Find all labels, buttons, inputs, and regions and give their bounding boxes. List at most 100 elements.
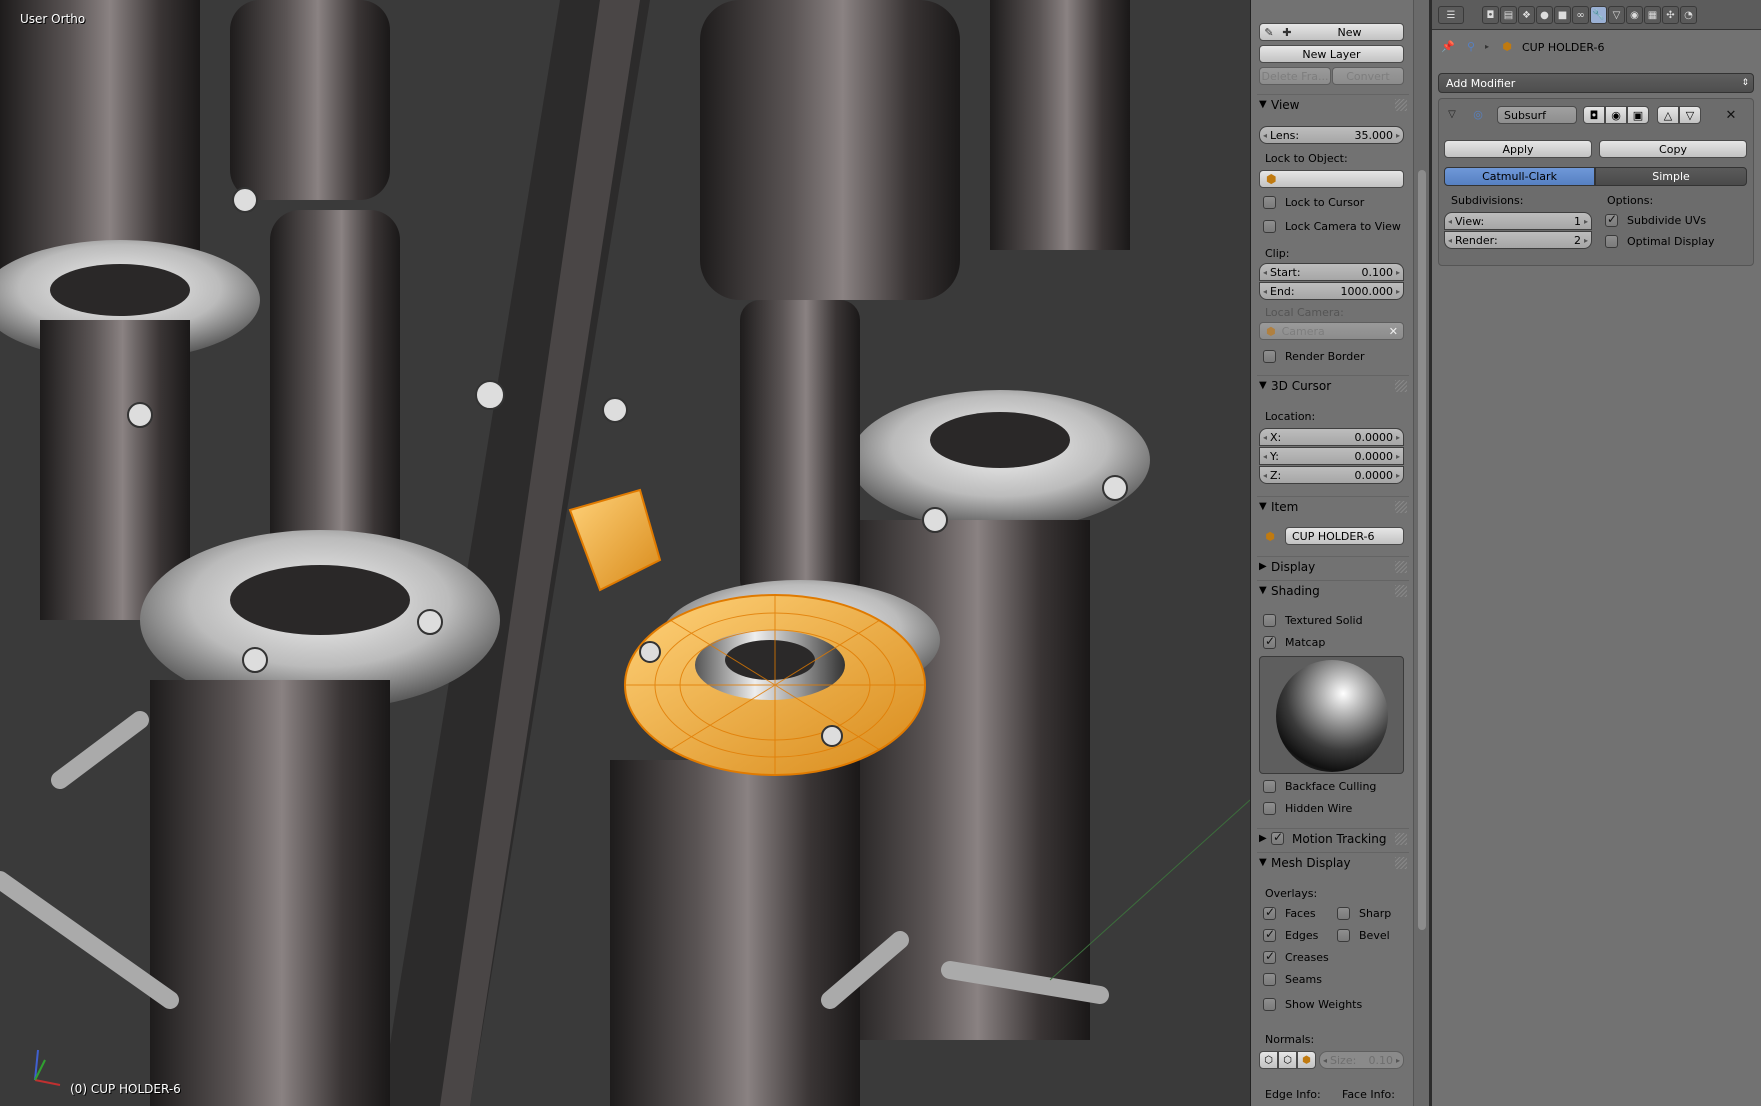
modifier-name-field[interactable]: Subsurf — [1497, 106, 1577, 124]
editor-type-icon[interactable]: ☰ — [1438, 6, 1464, 24]
render-tab-icon[interactable]: ◘ — [1482, 6, 1499, 24]
add-modifier-dropdown[interactable]: Add Modifier ⇕ — [1438, 73, 1754, 93]
render-layers-tab-icon[interactable]: ▤ — [1500, 6, 1517, 24]
cursor-z-field[interactable]: Z: 0.0000 — [1259, 466, 1404, 484]
face-normals-button[interactable]: ⬢ — [1297, 1051, 1316, 1069]
view-levels-field[interactable]: View: 1 — [1444, 212, 1592, 230]
n-panel-scroll-thumb[interactable] — [1418, 170, 1426, 930]
normals-size-field[interactable]: Size: 0.10 — [1319, 1051, 1404, 1069]
matcap-checkbox[interactable] — [1263, 634, 1276, 649]
view-panel-header[interactable]: ▼ View — [1257, 94, 1409, 114]
lock-camera-to-view-checkbox[interactable] — [1263, 220, 1276, 233]
textured-solid-checkbox[interactable] — [1263, 614, 1276, 627]
lock-camera-to-view-toggle[interactable]: Lock Camera to View — [1263, 220, 1401, 233]
drag-grip-icon[interactable] — [1395, 585, 1407, 597]
cursor-panel-header[interactable]: ▼ 3D Cursor — [1257, 375, 1409, 395]
lock-to-cursor-toggle[interactable]: Lock to Cursor — [1263, 196, 1364, 209]
bevel-toggle[interactable]: Bevel — [1337, 929, 1390, 942]
drag-grip-icon[interactable] — [1395, 857, 1407, 869]
faces-toggle[interactable]: Faces — [1263, 905, 1316, 920]
physics-tab-icon[interactable]: ◔ — [1680, 6, 1697, 24]
shading-panel-header[interactable]: ▼ Shading — [1257, 580, 1409, 600]
hidden-wire-checkbox[interactable] — [1263, 802, 1276, 815]
lens-field[interactable]: Lens: 35.000 — [1259, 126, 1404, 144]
vertex-normals-button[interactable]: ⬡ — [1259, 1051, 1278, 1069]
motion-tracking-panel-header[interactable]: ▶ Motion Tracking — [1257, 828, 1409, 848]
collapse-down-icon[interactable]: ▽ — [1445, 107, 1459, 121]
move-down-icon[interactable]: ▽ — [1679, 106, 1701, 124]
seams-checkbox[interactable] — [1263, 973, 1276, 986]
subdivide-uvs-checkbox[interactable] — [1605, 212, 1618, 227]
n-panel-scrollbar[interactable] — [1413, 0, 1429, 1106]
bevel-checkbox[interactable] — [1337, 929, 1350, 942]
drag-grip-icon[interactable] — [1395, 380, 1407, 392]
matcap-preview[interactable] — [1259, 656, 1404, 774]
drag-grip-icon[interactable] — [1395, 99, 1407, 111]
local-camera-field[interactable]: ⬢ Camera ✕ — [1259, 322, 1404, 340]
copy-button[interactable]: Copy — [1599, 140, 1747, 158]
world-tab-icon[interactable]: ● — [1536, 6, 1553, 24]
move-up-icon[interactable]: △ — [1657, 106, 1679, 124]
optimal-display-checkbox[interactable] — [1605, 235, 1618, 248]
creases-label: Creases — [1285, 951, 1329, 964]
convert-button[interactable]: Convert — [1332, 67, 1404, 85]
lock-to-cursor-checkbox[interactable] — [1263, 196, 1276, 209]
faces-checkbox[interactable] — [1263, 905, 1276, 920]
clear-x-icon[interactable]: ✕ — [1389, 325, 1398, 338]
display-panel-header[interactable]: ▶ Display — [1257, 556, 1409, 576]
motion-tracking-checkbox[interactable] — [1271, 830, 1284, 845]
backface-culling-checkbox[interactable] — [1263, 780, 1276, 793]
catmull-clark-tab[interactable]: Catmull-Clark — [1444, 167, 1595, 186]
edges-toggle[interactable]: Edges — [1263, 927, 1318, 942]
edge-normals-button[interactable]: ⬡ — [1278, 1051, 1297, 1069]
mesh-display-panel-header[interactable]: ▼ Mesh Display — [1257, 852, 1409, 872]
render-levels-field[interactable]: Render: 2 — [1444, 231, 1592, 249]
data-tab-icon[interactable]: ▽ — [1608, 6, 1625, 24]
scene-tab-icon[interactable]: ❖ — [1518, 6, 1535, 24]
edges-checkbox[interactable] — [1263, 927, 1276, 942]
item-panel-header[interactable]: ▼ Item — [1257, 496, 1409, 516]
local-camera-label: Local Camera: — [1265, 306, 1344, 319]
matcap-toggle[interactable]: Matcap — [1263, 634, 1325, 649]
render-border-checkbox[interactable] — [1263, 350, 1276, 363]
new-layer-button[interactable]: New Layer — [1259, 45, 1404, 63]
optimal-display-toggle[interactable]: Optimal Display — [1605, 235, 1715, 248]
textured-solid-toggle[interactable]: Textured Solid — [1263, 614, 1363, 627]
simple-tab[interactable]: Simple — [1595, 167, 1747, 186]
show-weights-toggle[interactable]: Show Weights — [1263, 998, 1362, 1011]
clip-end-field[interactable]: End: 1000.000 — [1259, 282, 1404, 300]
object-tab-icon[interactable]: ■ — [1554, 6, 1571, 24]
lock-object-field[interactable]: ⬢ — [1259, 170, 1404, 188]
item-name-field[interactable]: CUP HOLDER-6 — [1285, 527, 1404, 545]
drag-grip-icon[interactable] — [1395, 561, 1407, 573]
subdivide-uvs-toggle[interactable]: Subdivide UVs — [1605, 212, 1706, 227]
pin-icon[interactable]: 📌 — [1440, 38, 1456, 54]
delete-frame-button[interactable]: Delete Fra... — [1259, 67, 1331, 85]
drag-grip-icon[interactable] — [1395, 501, 1407, 513]
creases-toggle[interactable]: Creases — [1263, 949, 1329, 964]
constraints-tab-icon[interactable]: ∞ — [1572, 6, 1589, 24]
viewport-toggle-eye-icon[interactable]: ◉ — [1605, 106, 1627, 124]
close-x-icon[interactable]: ✕ — [1723, 107, 1739, 123]
sharp-toggle[interactable]: Sharp — [1337, 907, 1391, 920]
clip-start-field[interactable]: Start: 0.100 — [1259, 263, 1404, 281]
modifiers-wrench-icon[interactable]: 🔧 — [1590, 6, 1607, 24]
apply-button[interactable]: Apply — [1444, 140, 1592, 158]
creases-checkbox[interactable] — [1263, 949, 1276, 964]
cursor-x-field[interactable]: X: 0.0000 — [1259, 428, 1404, 446]
render-toggle-camera-icon[interactable]: ◘ — [1583, 106, 1605, 124]
grease-new-button[interactable]: ✎ ✚ New — [1259, 23, 1404, 41]
3d-viewport[interactable]: User Ortho (0) CUP HOLDER-6 — [0, 0, 1250, 1106]
material-tab-icon[interactable]: ◉ — [1626, 6, 1643, 24]
texture-tab-icon[interactable]: ▦ — [1644, 6, 1661, 24]
seams-toggle[interactable]: Seams — [1263, 973, 1322, 986]
hidden-wire-toggle[interactable]: Hidden Wire — [1263, 802, 1352, 815]
sharp-checkbox[interactable] — [1337, 907, 1350, 920]
backface-culling-toggle[interactable]: Backface Culling — [1263, 780, 1376, 793]
editmode-toggle-icon[interactable]: ▣ — [1627, 106, 1649, 124]
render-border-toggle[interactable]: Render Border — [1263, 350, 1365, 363]
particles-tab-icon[interactable]: ✣ — [1662, 6, 1679, 24]
show-weights-checkbox[interactable] — [1263, 998, 1276, 1011]
drag-grip-icon[interactable] — [1395, 833, 1407, 845]
cursor-y-field[interactable]: Y: 0.0000 — [1259, 447, 1404, 465]
